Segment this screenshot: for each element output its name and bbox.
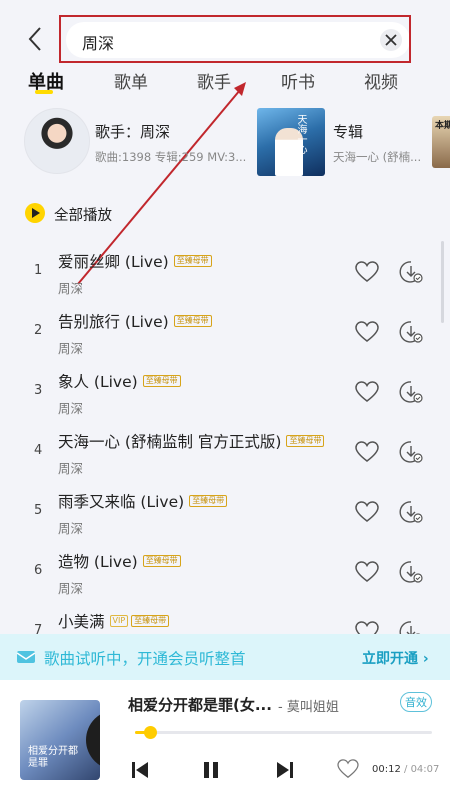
song-index: 5 <box>34 503 43 518</box>
album-label[interactable]: 专辑 <box>333 121 363 142</box>
download-icon[interactable] <box>399 559 423 585</box>
song-row[interactable]: 4 天海一心 (舒楠监制 官方正式版) 至臻母带 周深 <box>0 422 450 482</box>
song-artist: 周深 <box>58 521 84 536</box>
heart-icon[interactable] <box>355 261 379 283</box>
song-title: 告别旅行 (Live) <box>58 313 169 331</box>
play-all-label[interactable]: 全部播放 <box>54 204 112 225</box>
download-icon[interactable] <box>399 499 423 525</box>
cover-text: 相爱分开都是罪 <box>28 746 78 769</box>
previous-track-icon[interactable] <box>130 760 150 780</box>
album-cover[interactable]: 天海一心 <box>257 108 325 176</box>
song-title: 造物 (Live) <box>58 553 138 571</box>
chevron-right-icon: › <box>422 651 429 667</box>
active-tab-indicator <box>35 90 53 94</box>
play-all-button[interactable] <box>25 203 45 223</box>
mini-player: 相爱分开都是罪 相爱分开都是罪(女... - 莫叫姐姐 音效 00:12 / 0… <box>0 680 450 800</box>
now-playing-title[interactable]: 相爱分开都是罪(女... <box>128 694 272 715</box>
tab-bar: 单曲 歌单 歌手 听书 视频 <box>0 64 450 100</box>
song-title: 爱丽丝卿 (Live) <box>58 253 169 271</box>
master-quality-badge: 至臻母带 <box>173 315 212 327</box>
next-track-icon[interactable] <box>275 760 295 780</box>
activate-vip-label: 立即开通 <box>362 651 418 667</box>
download-icon[interactable] <box>399 259 423 285</box>
song-index: 2 <box>34 323 43 338</box>
heart-icon[interactable] <box>355 501 379 523</box>
download-icon[interactable] <box>399 379 423 405</box>
song-title: 天海一心 (舒楠监制 官方正式版) <box>58 433 282 451</box>
song-row[interactable]: 5 雨季又来临 (Live) 至臻母带 周深 <box>0 482 450 542</box>
heart-icon[interactable] <box>337 759 359 779</box>
playback-time: 00:12 / 04:07 <box>372 764 439 775</box>
song-row[interactable]: 6 造物 (Live) 至臻母带 周深 <box>0 542 450 602</box>
song-artist: 周深 <box>58 341 84 356</box>
master-quality-badge: 至臻母带 <box>142 555 181 567</box>
master-quality-badge: 至臻母带 <box>189 495 228 507</box>
artist-avatar[interactable] <box>24 108 90 174</box>
vip-trial-banner[interactable]: 歌曲试听中，开通会员听整首 立即开通 › <box>0 634 450 680</box>
song-artist: 周深 <box>58 281 84 296</box>
song-index: 1 <box>34 263 43 278</box>
master-quality-badge: 至臻母带 <box>286 435 325 447</box>
download-icon[interactable] <box>399 439 423 465</box>
now-playing-cover[interactable]: 相爱分开都是罪 <box>20 700 100 780</box>
heart-icon[interactable] <box>355 381 379 403</box>
heart-icon[interactable] <box>355 441 379 463</box>
tab-singers[interactable]: 歌手 <box>197 68 231 93</box>
vip-badge: VIP <box>109 615 129 627</box>
vinyl-disc <box>86 710 100 770</box>
tab-audiobooks[interactable]: 听书 <box>281 68 315 93</box>
artist-stats: 歌曲:1398 专辑:259 MV:3... <box>95 150 247 164</box>
song-index: 3 <box>34 383 43 398</box>
song-title: 小美满 <box>58 613 105 631</box>
pause-icon[interactable] <box>201 760 221 780</box>
artist-name[interactable]: 歌手：周深 <box>95 121 170 142</box>
song-index: 4 <box>34 443 43 458</box>
song-row[interactable]: 2 告别旅行 (Live) 至臻母带 周深 <box>0 302 450 362</box>
master-quality-badge: 至臻母带 <box>131 615 170 627</box>
song-index: 6 <box>34 563 43 578</box>
activate-vip-link[interactable]: 立即开通 › <box>362 648 429 668</box>
list-scrollbar[interactable] <box>441 241 444 323</box>
song-title: 雨季又来临 (Live) <box>58 493 185 511</box>
tab-videos[interactable]: 视频 <box>364 68 398 93</box>
now-playing-artist[interactable]: - 莫叫姐姐 <box>278 696 339 715</box>
master-quality-badge: 至臻母带 <box>142 375 181 387</box>
vip-banner-text: 歌曲试听中，开通会员听整首 <box>44 650 246 668</box>
album-cover-text: 天海一心 <box>295 114 306 154</box>
song-artist: 周深 <box>58 581 84 596</box>
tab-playlists[interactable]: 歌单 <box>114 68 148 93</box>
next-card-thumbnail[interactable]: 本期 <box>432 116 450 168</box>
current-time: 00:12 <box>372 764 401 775</box>
song-row[interactable]: 3 象人 (Live) 至臻母带 周深 <box>0 362 450 422</box>
heart-icon[interactable] <box>355 561 379 583</box>
total-time: / 04:07 <box>404 764 440 775</box>
sound-effect-button[interactable]: 音效 <box>400 692 432 712</box>
play-icon <box>32 208 40 218</box>
mail-icon <box>16 651 36 663</box>
progress-thumb[interactable] <box>143 726 157 739</box>
progress-slider[interactable] <box>135 726 432 739</box>
master-quality-badge: 至臻母带 <box>173 255 212 267</box>
song-artist: 周深 <box>58 401 84 416</box>
heart-icon[interactable] <box>355 321 379 343</box>
download-icon[interactable] <box>399 319 423 345</box>
next-card-text: 本期 <box>435 121 450 131</box>
song-artist: 周深 <box>58 461 84 476</box>
song-title: 象人 (Live) <box>58 373 138 391</box>
album-subtitle: 天海一心 (舒楠... <box>333 150 422 164</box>
song-row[interactable]: 1 爱丽丝卿 (Live) 至臻母带 周深 <box>0 242 450 302</box>
